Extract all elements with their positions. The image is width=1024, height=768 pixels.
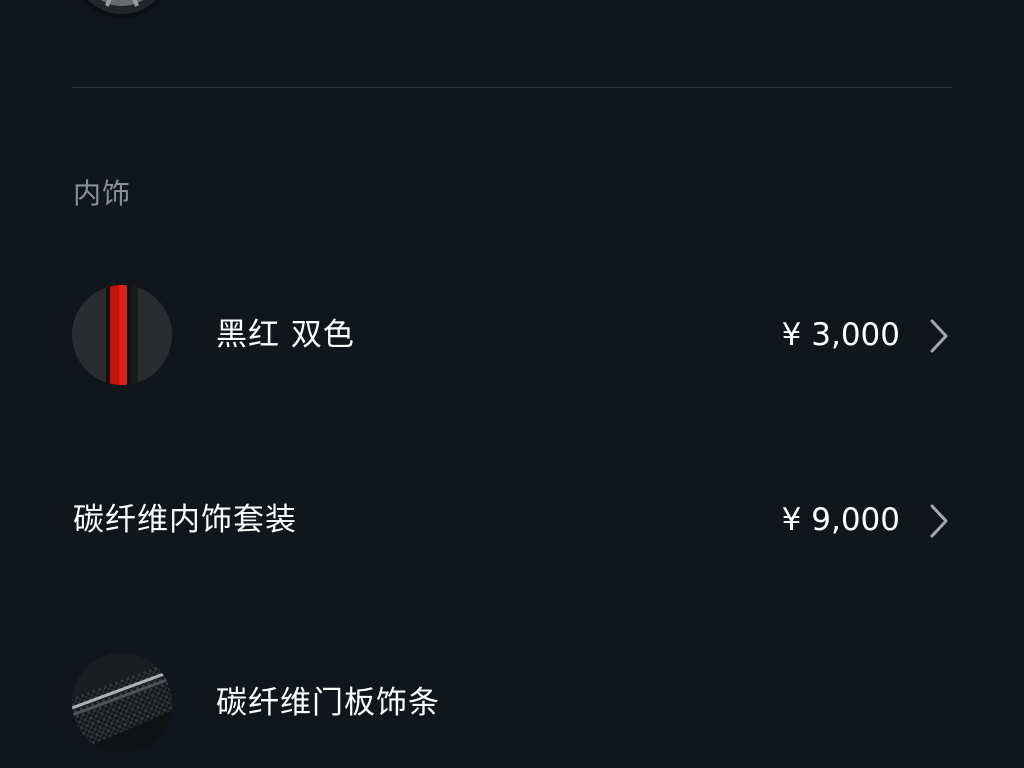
- option-label: 碳纤维内饰套装: [73, 502, 297, 538]
- option-label: 黑红 双色: [216, 317, 355, 353]
- chevron-right-icon: [930, 504, 948, 538]
- interior-option-black-red[interactable]: 黑红 双色 ¥ 3,000: [72, 285, 952, 385]
- chevron-right-icon: [930, 319, 948, 353]
- wheel-thumbnail: [72, 0, 172, 18]
- option-label: 碳纤维门板饰条: [216, 685, 440, 721]
- interior-section-title: 内饰: [73, 177, 132, 210]
- section-divider: [72, 87, 952, 88]
- interior-option-carbon-door-trim[interactable]: 碳纤维门板饰条: [72, 653, 952, 753]
- wheel-option-row-partial[interactable]: 胎: [72, 0, 952, 18]
- option-price: ¥ 9,000: [781, 502, 900, 538]
- vehicle-configuration-screen: 胎 内饰 黑红 双色 ¥ 3,0: [0, 0, 1024, 768]
- option-price: ¥ 3,000: [781, 317, 900, 353]
- black-red-interior-thumbnail: [72, 285, 172, 385]
- interior-option-carbon-package[interactable]: 碳纤维内饰套装 ¥ 9,000: [72, 490, 952, 550]
- carbon-door-trim-thumbnail: [72, 653, 172, 753]
